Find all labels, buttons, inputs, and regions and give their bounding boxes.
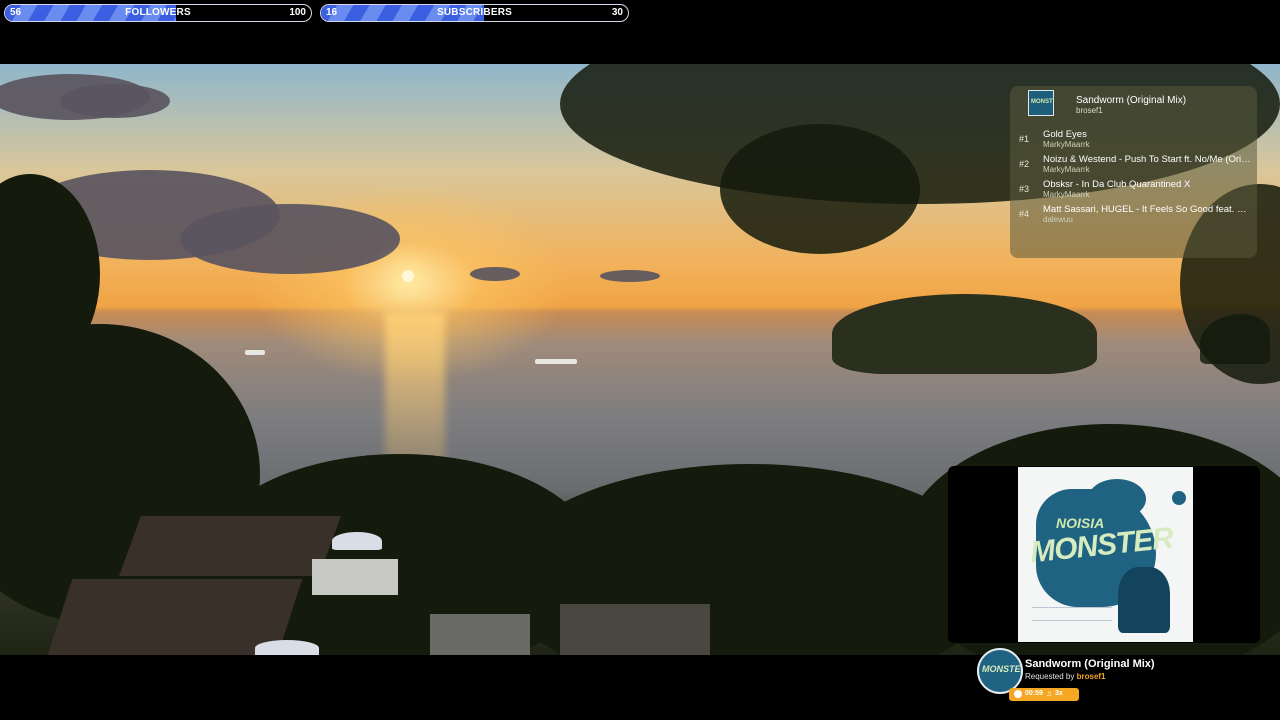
album-art: NOISIA MONSTER <box>1018 467 1193 642</box>
queue-album-art: MONSTER <box>1028 90 1054 116</box>
queue-artist: MarkyMaarrk <box>1043 165 1090 174</box>
queue-rank: #3 <box>1019 184 1030 194</box>
now-playing-requested: Requested by brosef1 <box>1025 672 1106 681</box>
queue-artist: dalewuu <box>1043 215 1073 224</box>
cloud <box>600 270 660 282</box>
album-art-badge <box>1172 491 1186 505</box>
music-note-icon: ♫ <box>1046 689 1052 698</box>
tree-foliage <box>720 124 920 254</box>
queue-item: #3 Obsksr - In Da Club Quarantined X Mar… <box>1010 176 1257 201</box>
requested-prefix: Requested by <box>1025 672 1075 681</box>
album-art-fineprint <box>1032 607 1112 621</box>
now-playing-count: 3x <box>1055 690 1063 697</box>
sun-reflection <box>385 312 445 472</box>
umbrella <box>332 532 382 550</box>
umbrella <box>255 640 319 655</box>
cloud <box>180 204 400 274</box>
island <box>832 294 1097 374</box>
house-roof <box>560 604 710 655</box>
sun <box>402 270 414 282</box>
queue-item: #1 Gold Eyes MarkyMaarrk <box>1010 126 1257 151</box>
queue-artist: MarkyMaarrk <box>1043 190 1090 199</box>
followers-target: 100 <box>289 7 306 18</box>
now-playing-info-pill: 00:59 ♫ 3x <box>1009 688 1079 701</box>
cloud <box>60 84 170 118</box>
followers-goal-bar: 56 FOLLOWERS 100 <box>4 4 312 22</box>
queue-now-playing: MONSTER Sandworm (Original Mix) brosef1 <box>1018 90 1248 118</box>
queue-now-title: Sandworm (Original Mix) <box>1076 95 1187 106</box>
clock-icon <box>1014 690 1022 698</box>
album-art-splash <box>1088 479 1146 519</box>
now-playing-title: Sandworm (Original Mix) <box>1025 658 1155 670</box>
album-art-figure <box>1118 567 1170 633</box>
queue-rank: #1 <box>1019 134 1030 144</box>
subscribers-target: 30 <box>611 7 623 18</box>
boat <box>245 350 265 355</box>
queue-artist: MarkyMaarrk <box>1043 140 1090 149</box>
queue-item: #4 Matt Sassari, HUGEL - It Feels So Goo… <box>1010 201 1257 226</box>
queue-title: Noizu & Westend - Push To Start ft. No/M… <box>1043 154 1251 165</box>
queue-album-art-text: MONSTER <box>1031 99 1053 105</box>
house-roof <box>430 614 530 655</box>
queue-title: Matt Sassari, HUGEL - It Feels So Good f… <box>1043 204 1251 215</box>
balcony <box>312 559 398 595</box>
queue-rank: #2 <box>1019 159 1030 169</box>
subscribers-label: SUBSCRIBERS <box>437 7 512 18</box>
queue-title: Gold Eyes <box>1043 129 1087 140</box>
followers-label: FOLLOWERS <box>125 7 191 18</box>
now-playing-time: 00:59 <box>1025 690 1043 697</box>
queue-title: Obsksr - In Da Club Quarantined X <box>1043 179 1191 190</box>
queue-item: #2 Noizu & Westend - Push To Start ft. N… <box>1010 151 1257 176</box>
queue-now-requester: brosef1 <box>1076 106 1103 115</box>
house-roof <box>119 516 341 576</box>
song-queue-panel: MONSTER Sandworm (Original Mix) brosef1 … <box>1010 86 1257 258</box>
now-playing-requester: brosef1 <box>1076 672 1106 681</box>
cloud <box>470 267 520 281</box>
queue-rank: #4 <box>1019 209 1030 219</box>
subscribers-goal-bar: 16 SUBSCRIBERS 30 <box>320 4 629 22</box>
boat <box>535 359 577 364</box>
now-playing-avatar-text: MONSTER <box>982 664 1023 674</box>
